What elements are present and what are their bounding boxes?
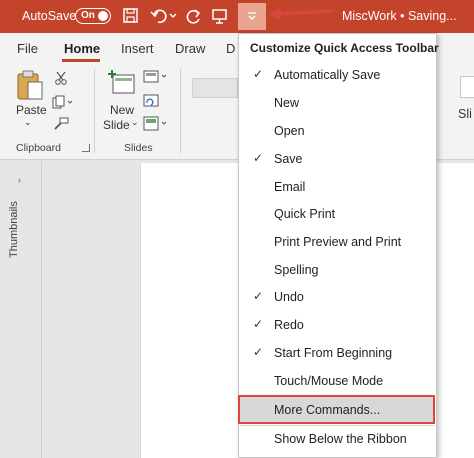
save-icon[interactable] — [122, 7, 142, 27]
cutoff-input-box[interactable] — [460, 76, 474, 98]
check-icon: ✓ — [253, 289, 264, 303]
slides-group-label: Slides — [124, 142, 153, 154]
reset-slide-icon[interactable] — [143, 94, 159, 111]
customize-qat-dropdown-icon — [248, 12, 256, 20]
menu-item-email[interactable]: Email — [240, 173, 435, 201]
menu-item-automatically-save[interactable]: ✓ Automatically Save — [240, 61, 435, 89]
title-bar: AutoSave On MiscWork • Saving... — [0, 0, 474, 33]
menu-item-quick-print[interactable]: Quick Print — [240, 200, 435, 228]
menu-item-label: Save — [274, 152, 303, 166]
layout-icon[interactable] — [143, 70, 169, 87]
group-separator — [180, 69, 181, 153]
new-slide-icon[interactable] — [108, 69, 136, 102]
menu-item-label: Spelling — [274, 263, 319, 277]
undo-icon[interactable] — [150, 7, 177, 27]
tab-home[interactable]: Home — [64, 41, 100, 56]
document-title: MiscWork • Saving... — [342, 9, 457, 23]
menu-item-show-below-ribbon[interactable]: Show Below the Ribbon — [240, 425, 435, 453]
paste-label[interactable]: Paste — [16, 103, 47, 117]
copy-icon[interactable] — [52, 95, 74, 112]
cut-icon[interactable] — [54, 71, 68, 88]
new-slide-chevron-icon[interactable]: ⌄ — [131, 117, 139, 128]
menu-item-start-from-beginning[interactable]: ✓ Start From Beginning — [240, 339, 435, 367]
expand-thumbnails-icon[interactable]: › — [18, 175, 21, 185]
callout-arrow-icon — [269, 8, 333, 20]
paste-chevron-icon[interactable]: ⌄ — [24, 117, 32, 128]
menu-item-save[interactable]: ✓ Save — [240, 145, 435, 173]
font-name-box[interactable] — [192, 78, 238, 98]
section-icon[interactable] — [143, 116, 169, 135]
menu-item-print-preview[interactable]: Print Preview and Print — [240, 228, 435, 256]
new-slide-label-2[interactable]: Slide — [103, 118, 130, 132]
cutoff-tab-text: Sli — [458, 107, 472, 121]
menu-item-new[interactable]: New — [240, 89, 435, 117]
autosave-toggle-state: On — [81, 10, 95, 21]
format-painter-icon[interactable] — [53, 117, 69, 134]
check-icon: ✓ — [253, 345, 264, 359]
menu-item-label: Print Preview and Print — [274, 235, 402, 249]
menu-item-undo[interactable]: ✓ Undo — [240, 283, 435, 311]
menu-item-label: New — [274, 96, 300, 110]
menu-item-spelling[interactable]: Spelling — [240, 256, 435, 284]
menu-item-label: Start From Beginning — [274, 346, 393, 360]
clipboard-group-label: Clipboard — [16, 142, 61, 154]
present-from-beginning-icon[interactable] — [211, 7, 231, 27]
menu-item-label: Open — [274, 124, 305, 138]
menu-item-label: Undo — [274, 290, 304, 304]
menu-header: Customize Quick Access Toolbar — [250, 41, 439, 55]
menu-item-label: Quick Print — [274, 207, 336, 221]
thumbnails-label: Thumbnails — [8, 201, 20, 258]
tab-insert[interactable]: Insert — [121, 41, 154, 56]
active-tab-indicator — [62, 59, 100, 62]
paste-icon[interactable] — [15, 69, 45, 104]
menu-item-label: Touch/Mouse Mode — [274, 374, 384, 388]
menu-item-touch-mouse-mode[interactable]: Touch/Mouse Mode — [240, 367, 435, 395]
tab-file[interactable]: File — [17, 41, 38, 56]
check-icon: ✓ — [253, 67, 264, 81]
menu-item-open[interactable]: Open — [240, 117, 435, 145]
menu-item-label: Email — [274, 180, 306, 194]
clipboard-launcher-icon[interactable] — [82, 144, 90, 152]
new-slide-label-1[interactable]: New — [110, 103, 134, 117]
menu-item-label: Automatically Save — [274, 68, 381, 82]
autosave-toggle[interactable]: On — [75, 8, 111, 24]
autosave-label: AutoSave — [22, 9, 77, 23]
tab-draw[interactable]: Draw — [175, 41, 205, 56]
menu-item-redo[interactable]: ✓ Redo — [240, 311, 435, 339]
tab-design-cutoff[interactable]: D — [226, 41, 235, 56]
menu-item-label: Show Below the Ribbon — [274, 432, 407, 446]
check-icon: ✓ — [253, 317, 264, 331]
menu-item-label: Redo — [274, 318, 304, 332]
highlight-box — [238, 395, 435, 424]
group-separator — [94, 69, 95, 153]
customize-qat-button[interactable] — [238, 3, 266, 30]
thumbnails-pane[interactable] — [0, 161, 42, 458]
check-icon: ✓ — [253, 151, 264, 165]
redo-icon[interactable] — [185, 7, 205, 27]
toggle-knob — [98, 11, 108, 21]
